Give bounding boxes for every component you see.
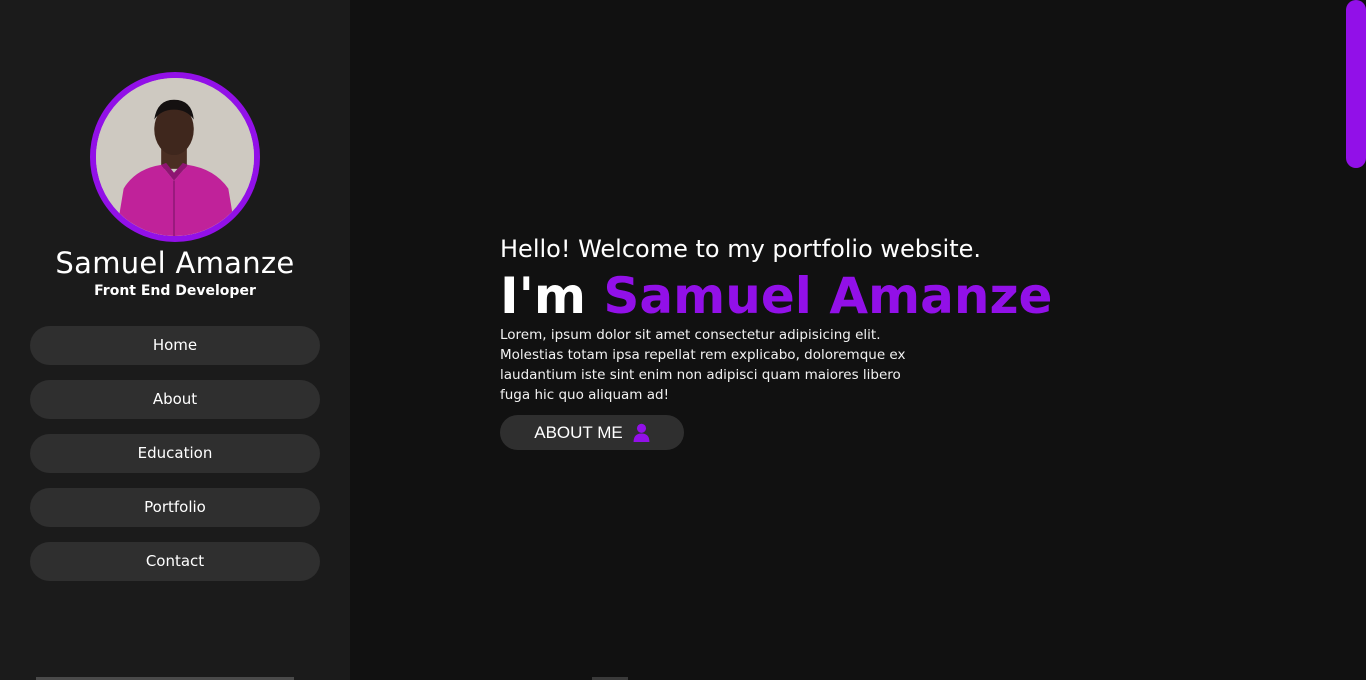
nav-item-home[interactable]: Home [30,326,320,365]
nav-item-portfolio[interactable]: Portfolio [30,488,320,527]
nav-item-about[interactable]: About [30,380,320,419]
sidebar: Samuel Amanze Front End Developer Home A… [0,0,350,680]
hero-intro-name: Samuel Amanze [603,267,1053,325]
profile-photo [96,78,254,236]
page-scrollbar-thumb[interactable] [1346,0,1366,168]
about-me-button[interactable]: ABOUT ME [500,415,684,450]
user-icon [633,423,650,442]
nav-item-contact[interactable]: Contact [30,542,320,581]
hero-greeting: Hello! Welcome to my portfolio website. [500,235,982,263]
profile-name: Samuel Amanze [55,246,295,280]
hero-description: Lorem, ipsum dolor sit amet consectetur … [500,327,906,403]
hero-section: Hello! Welcome to my portfolio website. … [500,232,1060,450]
profile-avatar [90,72,260,242]
hero-headline: I'm Samuel Amanze [500,270,1060,322]
profile-role: Front End Developer [94,283,256,299]
sidebar-nav: Home About Education Portfolio Contact [30,326,320,596]
nav-item-education[interactable]: Education [30,434,320,473]
hero-intro-prefix: I'm [500,267,604,325]
about-me-button-label: ABOUT ME [534,422,623,442]
